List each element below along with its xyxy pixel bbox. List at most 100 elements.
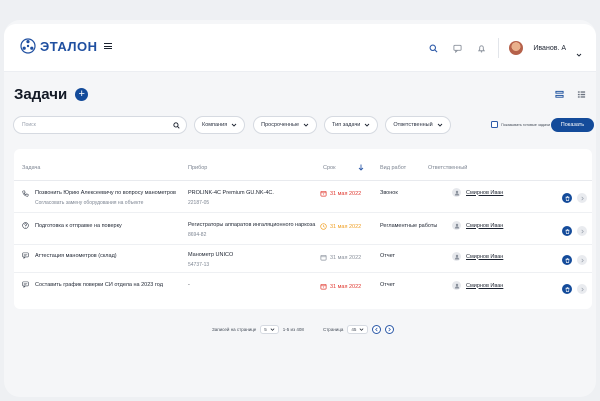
task-subtitle: Согласовать замену оборудования на объек… bbox=[35, 200, 144, 206]
table-row[interactable]: Позвонить Юрию Алексеевичу по вопросу ма… bbox=[14, 181, 592, 213]
task-type-filter-label: Тип задачи bbox=[332, 122, 361, 128]
column-header-work-type[interactable]: Вид работ bbox=[380, 165, 406, 171]
row-expand-button[interactable] bbox=[577, 193, 587, 203]
question-circle-icon bbox=[22, 222, 29, 229]
device-code: 22187-05 bbox=[188, 200, 210, 206]
deadline: 31 мая 2022 bbox=[320, 223, 361, 230]
task-title[interactable]: Подготовка к отправке на поверку bbox=[35, 223, 122, 229]
task-title[interactable]: Аттестация манометров (склад) bbox=[35, 253, 117, 259]
work-type: Отчет bbox=[380, 253, 396, 259]
table-row[interactable]: Составить график поверки СИ отдела на 20… bbox=[14, 273, 592, 303]
page-value: 45 bbox=[351, 327, 357, 332]
per-page-control: Записей на странице 5 1-5 из 408 bbox=[212, 325, 304, 334]
message-icon bbox=[22, 252, 29, 259]
row-expand-button[interactable] bbox=[577, 226, 587, 236]
device-name: Регистраторы аппаратов ингаляционного на… bbox=[188, 222, 316, 228]
grid-view-icon[interactable] bbox=[574, 87, 588, 101]
page-select[interactable]: 45 bbox=[347, 325, 369, 334]
search-icon[interactable] bbox=[426, 41, 440, 55]
logo[interactable]: ЭТАЛОН bbox=[20, 38, 112, 54]
task-title[interactable]: Позвонить Юрию Алексеевичу по вопросу ма… bbox=[35, 190, 176, 196]
menu-toggle-icon[interactable] bbox=[103, 43, 112, 49]
responsible-link[interactable]: Смирнов Иван bbox=[466, 254, 503, 260]
per-page-label: Записей на странице bbox=[212, 327, 257, 332]
deadline: 31 мая 2022 bbox=[320, 190, 361, 197]
user-icon bbox=[452, 281, 461, 290]
chevron-right-icon bbox=[580, 258, 584, 262]
work-type: Звонок bbox=[380, 190, 398, 196]
device-name: - bbox=[188, 282, 190, 288]
search-icon[interactable] bbox=[173, 121, 180, 129]
table-row[interactable]: Подготовка к отправке на поверку Регистр… bbox=[14, 213, 592, 245]
list-view-icon[interactable] bbox=[552, 87, 566, 101]
chevron-right-icon bbox=[580, 196, 584, 200]
device-name: Манометр UNICO bbox=[188, 252, 234, 258]
task-type-filter[interactable]: Тип задачи bbox=[324, 116, 379, 134]
bell-icon[interactable] bbox=[474, 41, 488, 55]
tasks-table: Задача Прибор Срок Вид работ Ответственн… bbox=[14, 149, 592, 309]
add-task-button[interactable]: + bbox=[75, 88, 89, 101]
chevron-left-icon bbox=[375, 327, 379, 332]
company-filter-label: Компания bbox=[202, 122, 228, 128]
per-page-value: 5 bbox=[264, 327, 267, 332]
user-icon bbox=[452, 221, 461, 230]
column-header-deadline[interactable]: Срок bbox=[323, 165, 336, 171]
calendar-icon bbox=[320, 254, 327, 261]
page-title: Задачи bbox=[14, 86, 68, 103]
delete-button[interactable] bbox=[562, 193, 572, 203]
per-page-select[interactable]: 5 bbox=[260, 325, 279, 334]
delete-button[interactable] bbox=[562, 226, 572, 236]
responsible-link[interactable]: Смирнов Иван bbox=[466, 190, 503, 196]
search-placeholder: Поиск bbox=[22, 122, 36, 128]
device-code: 8694-82 bbox=[188, 232, 207, 238]
trash-icon bbox=[565, 257, 569, 263]
divider bbox=[498, 38, 500, 58]
overdue-filter[interactable]: Просроченные bbox=[253, 116, 318, 134]
prev-page-button[interactable] bbox=[372, 325, 382, 334]
deadline: 31 мая 2022 bbox=[320, 254, 361, 261]
delete-button[interactable] bbox=[562, 284, 572, 294]
sort-arrow-down-icon[interactable] bbox=[358, 164, 364, 171]
chevron-down-icon bbox=[303, 123, 309, 127]
column-header-device[interactable]: Прибор bbox=[188, 165, 207, 171]
responsible-link[interactable]: Смирнов Иван bbox=[466, 283, 503, 289]
trash-icon bbox=[565, 195, 569, 201]
delete-button[interactable] bbox=[562, 255, 572, 265]
trash-icon bbox=[565, 228, 569, 234]
message-icon bbox=[22, 281, 29, 288]
show-button[interactable]: Показать bbox=[551, 118, 594, 132]
row-expand-button[interactable] bbox=[577, 255, 587, 265]
column-header-task[interactable]: Задача bbox=[22, 165, 40, 171]
responsible-filter-label: Ответственный bbox=[393, 122, 433, 128]
range-text: 1-5 из 408 bbox=[282, 327, 304, 332]
chevron-down-icon bbox=[437, 123, 442, 127]
task-title[interactable]: Составить график поверки СИ отдела на 20… bbox=[35, 282, 163, 288]
row-expand-button[interactable] bbox=[577, 284, 587, 294]
user-icon bbox=[452, 188, 461, 197]
search-input[interactable]: Поиск bbox=[13, 116, 187, 134]
responsible-filter[interactable]: Ответственный bbox=[385, 116, 451, 134]
table-row[interactable]: Аттестация манометров (склад) Манометр U… bbox=[14, 245, 592, 273]
chevron-right-icon bbox=[580, 229, 584, 233]
show-completed-checkbox[interactable] bbox=[491, 121, 498, 128]
chat-icon[interactable] bbox=[450, 41, 464, 55]
responsible-link[interactable]: Смирнов Иван bbox=[466, 223, 503, 229]
work-type: Отчет bbox=[380, 282, 396, 288]
trash-icon bbox=[565, 286, 569, 292]
chevron-down-icon bbox=[365, 123, 370, 127]
chevron-right-icon bbox=[580, 287, 584, 291]
phone-icon bbox=[22, 190, 29, 197]
company-filter[interactable]: Компания bbox=[194, 116, 246, 134]
responsible: Смирнов Иван bbox=[452, 281, 503, 290]
chevron-down-icon[interactable] bbox=[576, 45, 582, 57]
user-icon bbox=[452, 252, 461, 261]
chevron-down-icon bbox=[270, 328, 275, 331]
avatar[interactable] bbox=[509, 41, 524, 55]
device-name: PROLINK-4C Premium GU.NK-4C. bbox=[188, 190, 274, 196]
responsible: Смирнов Иван bbox=[452, 221, 503, 230]
column-header-responsible[interactable]: Ответственный bbox=[428, 165, 467, 171]
user-name[interactable]: Иванов. А bbox=[533, 45, 566, 52]
deadline-text: 31 мая 2022 bbox=[330, 254, 362, 261]
next-page-button[interactable] bbox=[385, 325, 395, 334]
show-completed-label: Показывать готовые задачи bbox=[501, 122, 551, 127]
